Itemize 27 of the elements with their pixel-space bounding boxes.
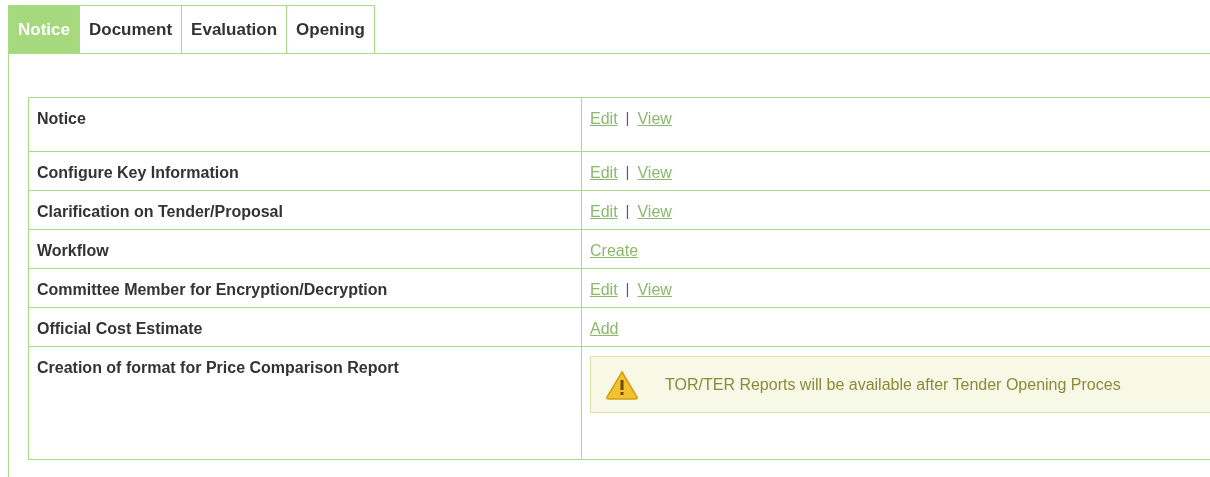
row-label: Workflow	[37, 242, 109, 259]
action-link[interactable]: Edit	[590, 278, 618, 302]
warning-icon	[605, 369, 639, 400]
tab[interactable]: Opening	[287, 5, 375, 53]
tab[interactable]: Document	[79, 5, 183, 53]
action-link[interactable]: Create	[590, 239, 639, 263]
action-link[interactable]: View	[637, 161, 672, 185]
row-label: Notice	[37, 110, 86, 127]
action-link[interactable]: View	[637, 278, 672, 302]
action-link[interactable]: Add	[590, 317, 619, 341]
row-label: Configure Key Information	[37, 164, 239, 181]
action-link[interactable]: Edit	[590, 161, 618, 185]
separator: |	[625, 201, 630, 221]
row-label: Creation of format for Price Comparison Report	[37, 359, 399, 376]
row-label: Committee Member for Encryption/Decryption	[37, 281, 388, 298]
action-link[interactable]: Edit	[590, 200, 618, 224]
action-link[interactable]: Edit	[590, 107, 618, 131]
separator: |	[625, 108, 630, 128]
separator: |	[625, 279, 630, 299]
notice-text: TOR/TER Reports will be available after Tender Opening Proces	[665, 374, 1121, 395]
action-link[interactable]: View	[637, 107, 672, 131]
separator: |	[625, 162, 630, 182]
action-link[interactable]: View	[637, 200, 672, 224]
row-label: Official Cost Estimate	[37, 320, 203, 337]
row-label: Clarification on Tender/Proposal	[37, 203, 283, 220]
tab[interactable]: Notice	[8, 5, 80, 53]
tab[interactable]: Evaluation	[182, 5, 288, 53]
